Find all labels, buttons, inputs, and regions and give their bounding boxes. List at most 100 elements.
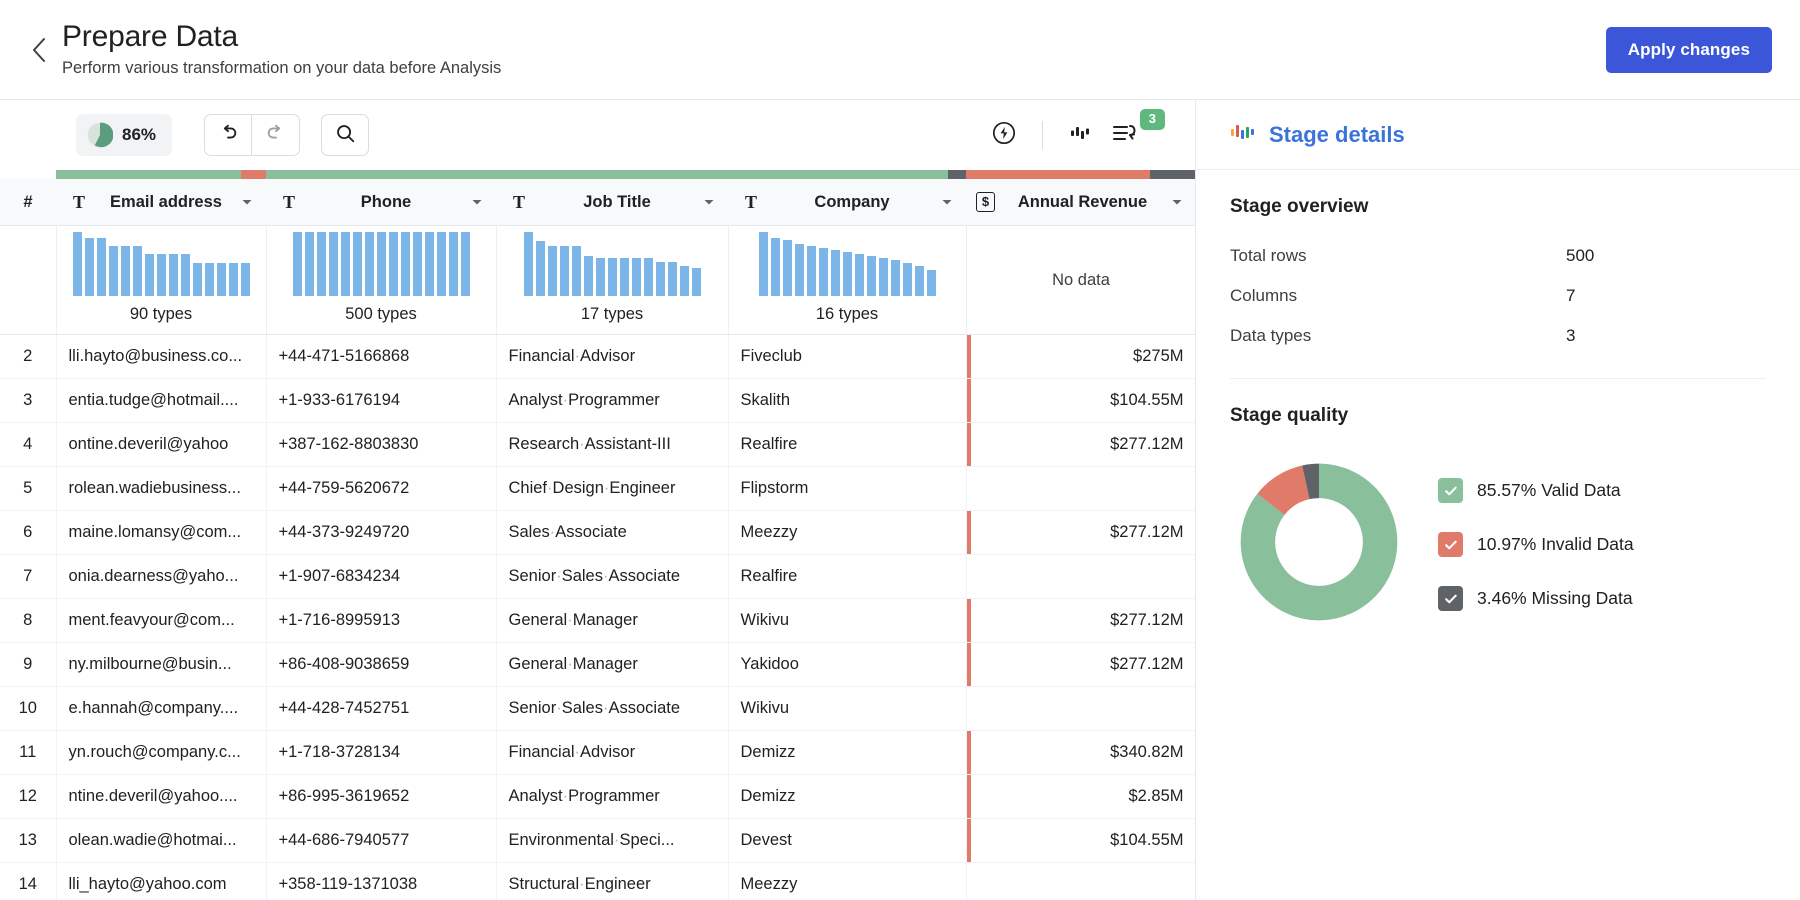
cell-annual-revenue[interactable]: $2.85M xyxy=(966,775,1195,819)
cell-email-address[interactable]: yn.rouch@company.c... xyxy=(56,731,266,775)
legend-item-missing-data[interactable]: 3.46% Missing Data xyxy=(1438,586,1634,611)
histogram-cell-phone[interactable]: 500 types xyxy=(266,226,496,335)
cell-job-title[interactable]: Financial·Advisor xyxy=(496,335,728,379)
column-stats-button[interactable] xyxy=(1059,113,1103,157)
cell-company[interactable]: Devest xyxy=(728,819,966,863)
cell-phone[interactable]: +44-428-7452751 xyxy=(266,687,496,731)
cell-email-address[interactable]: entia.tudge@hotmail.... xyxy=(56,379,266,423)
column-header-company[interactable]: T Company xyxy=(728,179,966,226)
search-button[interactable] xyxy=(321,114,369,156)
table-row[interactable]: 12ntine.deveril@yahoo....+86-995-3619652… xyxy=(0,775,1195,819)
cell-email-address[interactable]: ontine.deveril@yahoo xyxy=(56,423,266,467)
cell-email-address[interactable]: ment.feavyour@com... xyxy=(56,599,266,643)
cell-annual-revenue[interactable]: $104.55M xyxy=(966,819,1195,863)
checkbox-valid-data[interactable] xyxy=(1438,478,1463,503)
table-row[interactable]: 5rolean.wadiebusiness...+44-759-5620672C… xyxy=(0,467,1195,511)
cell-job-title[interactable]: Senior·Sales·Associate xyxy=(496,555,728,599)
apply-changes-button[interactable]: Apply changes xyxy=(1606,27,1772,73)
chevron-down-icon[interactable] xyxy=(940,195,956,209)
cell-annual-revenue[interactable]: $275M xyxy=(966,335,1195,379)
quick-actions-button[interactable] xyxy=(982,113,1026,157)
cell-phone[interactable]: +44-759-5620672 xyxy=(266,467,496,511)
checkbox-invalid-data[interactable] xyxy=(1438,532,1463,557)
cell-annual-revenue[interactable] xyxy=(966,555,1195,599)
cell-job-title[interactable]: Senior·Sales·Associate xyxy=(496,687,728,731)
cell-phone[interactable]: +1-907-6834234 xyxy=(266,555,496,599)
undo-button[interactable] xyxy=(204,114,252,156)
back-button[interactable] xyxy=(22,33,56,67)
cell-job-title[interactable]: General·Manager xyxy=(496,599,728,643)
cell-company[interactable]: Yakidoo xyxy=(728,643,966,687)
cell-annual-revenue[interactable]: $277.12M xyxy=(966,599,1195,643)
column-header-phone[interactable]: T Phone xyxy=(266,179,496,226)
quality-score-chip[interactable]: 86% xyxy=(76,114,172,156)
data-table-scroll[interactable]: # T Email address T xyxy=(0,170,1195,900)
cell-job-title[interactable]: Analyst·Programmer xyxy=(496,379,728,423)
column-header-annual-revenue[interactable]: $ Annual Revenue xyxy=(966,179,1195,226)
steps-list-button[interactable]: 3 xyxy=(1103,113,1147,157)
cell-email-address[interactable]: onia.dearness@yaho... xyxy=(56,555,266,599)
cell-company[interactable]: Meezzy xyxy=(728,511,966,555)
cell-company[interactable]: Flipstorm xyxy=(728,467,966,511)
cell-annual-revenue[interactable]: $340.82M xyxy=(966,731,1195,775)
cell-phone[interactable]: +1-718-3728134 xyxy=(266,731,496,775)
histogram-cell-email-address[interactable]: 90 types xyxy=(56,226,266,335)
cell-company[interactable]: Realfire xyxy=(728,423,966,467)
cell-annual-revenue[interactable]: $104.55M xyxy=(966,379,1195,423)
legend-item-invalid-data[interactable]: 10.97% Invalid Data xyxy=(1438,532,1634,557)
table-row[interactable]: 2lli.hayto@business.co...+44-471-5166868… xyxy=(0,335,1195,379)
cell-email-address[interactable]: olean.wadie@hotmai... xyxy=(56,819,266,863)
redo-button[interactable] xyxy=(252,114,300,156)
chevron-down-icon[interactable] xyxy=(702,195,718,209)
cell-job-title[interactable]: Analyst·Programmer xyxy=(496,775,728,819)
histogram-cell-job-title[interactable]: 17 types xyxy=(496,226,728,335)
table-row[interactable]: 9ny.milbourne@busin...+86-408-9038659Gen… xyxy=(0,643,1195,687)
cell-phone[interactable]: +44-471-5166868 xyxy=(266,335,496,379)
table-row[interactable]: 14lli_hayto@yahoo.com+358-119-1371038Str… xyxy=(0,863,1195,900)
table-row[interactable]: 3entia.tudge@hotmail....+1-933-6176194An… xyxy=(0,379,1195,423)
cell-annual-revenue[interactable] xyxy=(966,687,1195,731)
table-row[interactable]: 4ontine.deveril@yahoo+387-162-8803830Res… xyxy=(0,423,1195,467)
cell-company[interactable]: Meezzy xyxy=(728,863,966,900)
cell-email-address[interactable]: rolean.wadiebusiness... xyxy=(56,467,266,511)
cell-company[interactable]: Realfire xyxy=(728,555,966,599)
table-row[interactable]: 13olean.wadie@hotmai...+44-686-7940577En… xyxy=(0,819,1195,863)
cell-phone[interactable]: +1-716-8995913 xyxy=(266,599,496,643)
cell-email-address[interactable]: ntine.deveril@yahoo.... xyxy=(56,775,266,819)
cell-job-title[interactable]: Sales·Associate xyxy=(496,511,728,555)
cell-job-title[interactable]: Research·Assistant-III xyxy=(496,423,728,467)
cell-company[interactable]: Wikivu xyxy=(728,687,966,731)
cell-annual-revenue[interactable] xyxy=(966,467,1195,511)
cell-job-title[interactable]: Financial·Advisor xyxy=(496,731,728,775)
cell-email-address[interactable]: ny.milbourne@busin... xyxy=(56,643,266,687)
cell-job-title[interactable]: Structural·Engineer xyxy=(496,863,728,900)
cell-email-address[interactable]: lli_hayto@yahoo.com xyxy=(56,863,266,900)
cell-phone[interactable]: +1-933-6176194 xyxy=(266,379,496,423)
table-row[interactable]: 11yn.rouch@company.c...+1-718-3728134Fin… xyxy=(0,731,1195,775)
table-row[interactable]: 10e.hannah@company....+44-428-7452751Sen… xyxy=(0,687,1195,731)
cell-annual-revenue[interactable]: $277.12M xyxy=(966,643,1195,687)
cell-phone[interactable]: +387-162-8803830 xyxy=(266,423,496,467)
table-row[interactable]: 6maine.lomansy@com...+44-373-9249720Sale… xyxy=(0,511,1195,555)
cell-email-address[interactable]: lli.hayto@business.co... xyxy=(56,335,266,379)
cell-company[interactable]: Demizz xyxy=(728,731,966,775)
column-header-email-address[interactable]: T Email address xyxy=(56,179,266,226)
table-row[interactable]: 8ment.feavyour@com...+1-716-8995913Gener… xyxy=(0,599,1195,643)
legend-item-valid-data[interactable]: 85.57% Valid Data xyxy=(1438,478,1634,503)
chevron-down-icon[interactable] xyxy=(470,195,486,209)
cell-job-title[interactable]: General·Manager xyxy=(496,643,728,687)
cell-email-address[interactable]: maine.lomansy@com... xyxy=(56,511,266,555)
column-header-job-title[interactable]: T Job Title xyxy=(496,179,728,226)
cell-phone[interactable]: +358-119-1371038 xyxy=(266,863,496,900)
chevron-down-icon[interactable] xyxy=(1170,195,1186,209)
cell-company[interactable]: Fiveclub xyxy=(728,335,966,379)
histogram-cell-company[interactable]: 16 types xyxy=(728,226,966,335)
cell-annual-revenue[interactable] xyxy=(966,863,1195,900)
cell-job-title[interactable]: Environmental·Speci... xyxy=(496,819,728,863)
cell-annual-revenue[interactable]: $277.12M xyxy=(966,511,1195,555)
cell-phone[interactable]: +86-408-9038659 xyxy=(266,643,496,687)
cell-email-address[interactable]: e.hannah@company.... xyxy=(56,687,266,731)
cell-company[interactable]: Skalith xyxy=(728,379,966,423)
cell-phone[interactable]: +86-995-3619652 xyxy=(266,775,496,819)
cell-company[interactable]: Wikivu xyxy=(728,599,966,643)
